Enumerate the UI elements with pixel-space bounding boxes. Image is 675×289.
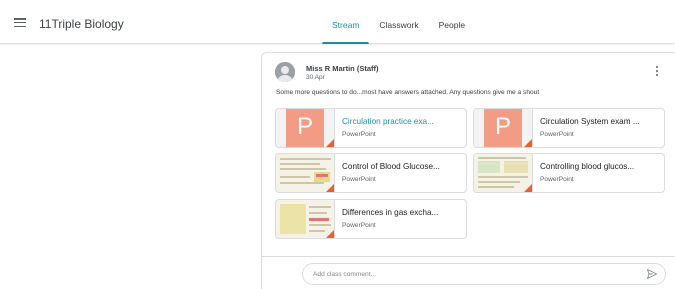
tab-people[interactable]: People [429, 0, 475, 44]
attachment-title: Circulation System exam ... [540, 117, 640, 126]
slide-thumbnail [276, 154, 335, 192]
attachment-type: PowerPoint [540, 131, 574, 138]
class-comment-input[interactable] [302, 263, 666, 285]
class-title[interactable]: 11Triple Biology [39, 17, 124, 31]
attachment-title: Differences in gas excha... [342, 208, 439, 217]
send-icon[interactable] [646, 268, 658, 280]
attachment-type: PowerPoint [540, 176, 574, 183]
attachment-type: PowerPoint [342, 131, 376, 138]
powerpoint-icon: P [474, 109, 533, 147]
user-avatar [275, 62, 295, 82]
post-author: Miss R Martin (Staff) [306, 64, 379, 73]
more-options-icon[interactable] [654, 66, 660, 80]
powerpoint-icon: P [276, 109, 335, 147]
attachment-card[interactable]: Differences in gas excha... PowerPoint [275, 199, 467, 239]
attachment-card[interactable]: Controlling blood glucos... PowerPoint [473, 153, 665, 193]
menu-icon[interactable] [14, 18, 26, 28]
slide-thumbnail [276, 200, 335, 238]
tab-stream[interactable]: Stream [322, 0, 370, 44]
slide-thumbnail [474, 154, 533, 192]
tab-classwork[interactable]: Classwork [369, 0, 428, 44]
class-tabs: Stream Classwork People [322, 0, 475, 44]
attachment-type: PowerPoint [342, 176, 376, 183]
attachment-card[interactable]: P Circulation System exam ... PowerPoint [473, 108, 665, 148]
attachment-title: Controlling blood glucos... [540, 162, 635, 171]
attachment-card[interactable]: Control of Blood Glucose... PowerPoint [275, 153, 467, 193]
comment-divider [262, 256, 675, 257]
announcement-card: Miss R Martin (Staff) 30 Apr Some more q… [261, 52, 675, 289]
top-app-bar: 11Triple Biology Stream Classwork People [0, 0, 675, 44]
attachment-title: Circulation practice exa... [342, 117, 434, 126]
post-message: Some more questions to do...most have an… [276, 89, 540, 96]
post-date: 30 Apr [306, 74, 325, 81]
attachment-title: Control of Blood Glucose... [342, 162, 440, 171]
attachment-type: PowerPoint [342, 222, 376, 229]
attachment-card[interactable]: P Circulation practice exa... PowerPoint [275, 108, 467, 148]
